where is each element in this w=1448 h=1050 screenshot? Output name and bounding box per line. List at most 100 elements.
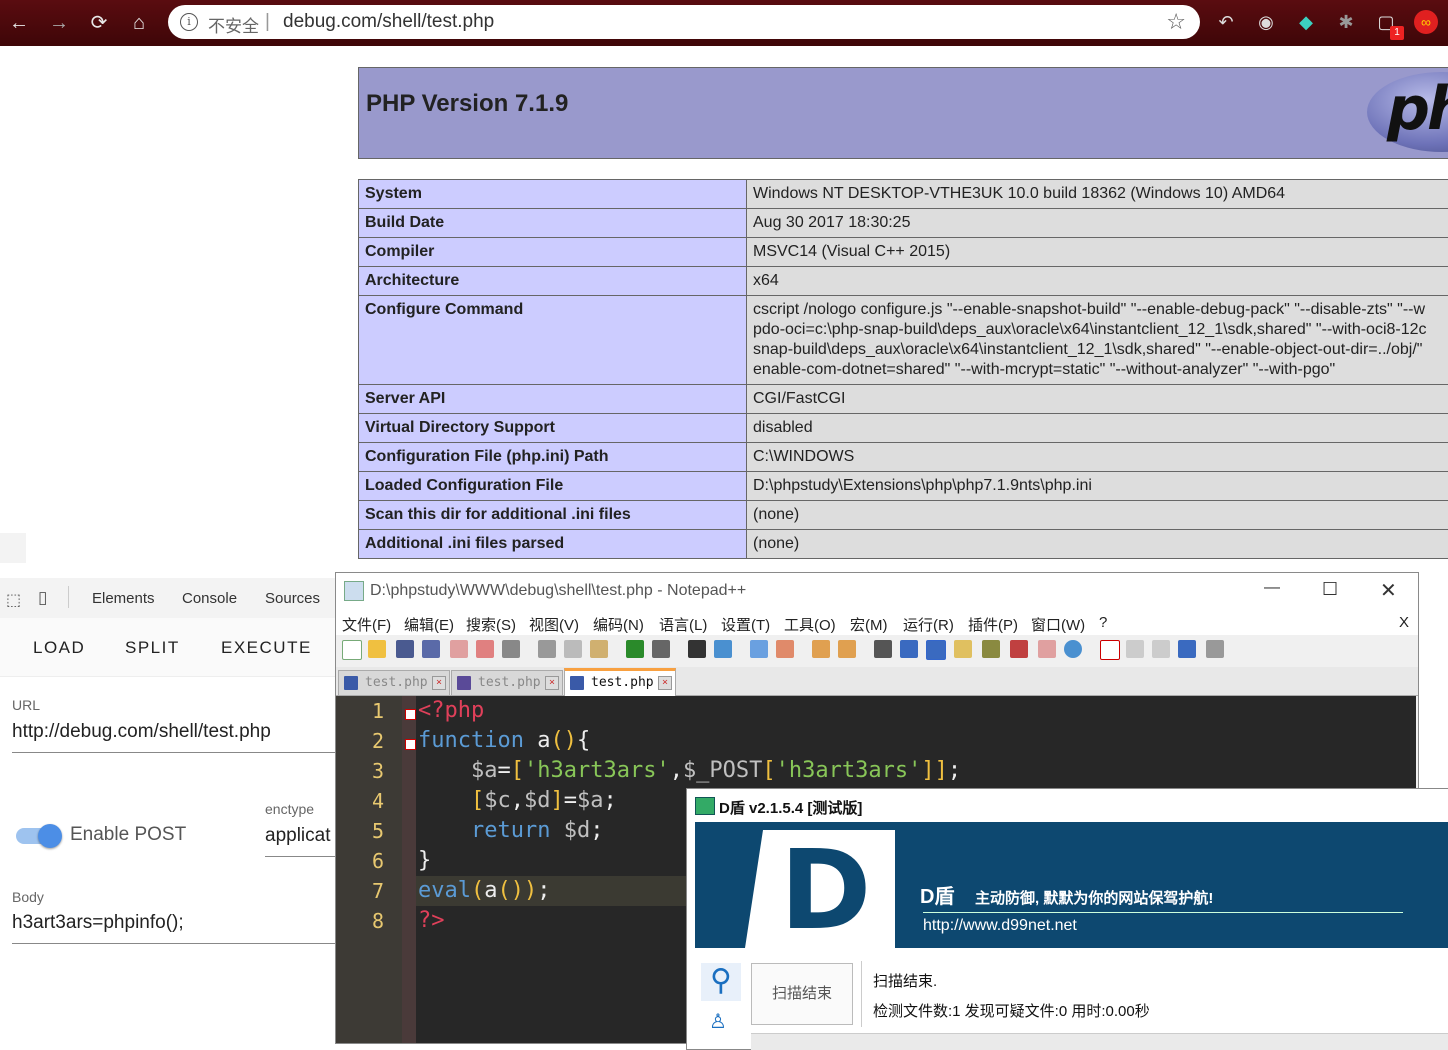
url-input[interactable]: http://debug.com/shell/test.php (12, 721, 271, 743)
maximize-icon[interactable]: ☐ (1322, 579, 1338, 600)
tab-console[interactable]: Console (182, 590, 237, 607)
bookmark-star-icon[interactable]: ☆ (1166, 9, 1186, 35)
menu-help[interactable]: ? (1099, 614, 1107, 631)
home-icon[interactable]: ⌂ (124, 8, 154, 38)
tab-elements[interactable]: Elements (92, 590, 155, 607)
sync-h-icon[interactable] (838, 640, 856, 658)
tab-close-icon[interactable]: × (658, 676, 672, 690)
phpinfo-row: Loaded Configuration FileD:\phpstudy\Ext… (359, 472, 1448, 501)
menu-edit[interactable]: 编辑(E) (404, 614, 454, 635)
load-button[interactable]: LOAD (33, 638, 85, 658)
menu-file[interactable]: 文件(F) (342, 614, 391, 635)
fold-marker-icon[interactable] (405, 739, 416, 750)
monitor-icon[interactable] (1064, 640, 1082, 658)
tab-sources[interactable]: Sources (265, 590, 320, 607)
menu-search[interactable]: 搜索(S) (466, 614, 516, 635)
file-tab-active[interactable]: test.php × (564, 668, 676, 698)
file-tab-label: test.php (478, 675, 541, 690)
line-number: 3 (336, 756, 384, 786)
close-icon[interactable]: ✕ (1380, 578, 1397, 603)
inspect-icon[interactable]: ⬚ (6, 590, 21, 610)
device-toggle-icon[interactable]: ▯ (38, 588, 47, 608)
scan-search-icon[interactable]: ⚲ (701, 963, 741, 1001)
fold-marker-icon[interactable] (405, 709, 416, 720)
scan-button[interactable]: 扫描结束 (751, 963, 853, 1025)
line-number: 8 (336, 906, 384, 936)
phpinfo-key: Architecture (359, 267, 747, 296)
back-icon[interactable]: ← (4, 8, 34, 38)
lang-icon[interactable] (954, 640, 972, 658)
tab-close-icon[interactable]: × (432, 676, 446, 690)
indent-guide-icon[interactable] (926, 640, 946, 660)
user-icon[interactable]: ♙ (709, 1009, 727, 1034)
minimize-icon[interactable]: — (1264, 579, 1280, 597)
open-file-icon[interactable] (368, 640, 386, 658)
browser-toolbar: ← → ⟳ ⌂ i 不安全 | debug.com/shell/test.php… (0, 0, 1448, 46)
print-icon[interactable] (502, 640, 520, 658)
zoom-in-icon[interactable] (750, 640, 768, 658)
file-tab[interactable]: test.php × (451, 670, 563, 695)
url-text[interactable]: debug.com/shell/test.php (283, 11, 494, 33)
stop-macro-icon[interactable] (1126, 640, 1144, 658)
dshield-banner: D D盾 主动防御, 默默为你的网站保驾护航! http://www.d99ne… (695, 822, 1448, 948)
folder-icon[interactable] (1038, 640, 1056, 658)
forward-icon[interactable]: → (44, 8, 74, 38)
extension-chat-icon[interactable]: ◉ (1254, 10, 1278, 34)
save-macro-icon[interactable] (1206, 640, 1224, 658)
close-all-icon[interactable] (476, 640, 494, 658)
save-icon[interactable] (396, 640, 414, 658)
line-number: 7 (336, 876, 384, 906)
phpinfo-value: CGI/FastCGI (747, 385, 1448, 414)
execute-button[interactable]: EXECUTE (221, 638, 312, 658)
zoom-out-icon[interactable] (776, 640, 794, 658)
extension-infinity-icon[interactable]: ∞ (1414, 10, 1438, 34)
menu-encoding[interactable]: 编码(N) (593, 614, 644, 635)
sidebar-stub (0, 533, 26, 563)
menu-close-doc[interactable]: X (1399, 614, 1409, 631)
cut-icon[interactable] (538, 640, 556, 658)
menu-macro[interactable]: 宏(M) (850, 614, 888, 635)
run-macro-multiple-icon[interactable] (1178, 640, 1196, 658)
enctype-select[interactable]: applicat (265, 825, 331, 847)
scan-status: 扫描结束. (873, 970, 937, 991)
menu-run[interactable]: 运行(R) (903, 614, 954, 635)
phpinfo-value: Aug 30 2017 18:30:25 (747, 209, 1448, 238)
close-file-icon[interactable] (450, 640, 468, 658)
record-macro-icon[interactable] (1100, 640, 1120, 660)
function-list-icon[interactable] (1010, 640, 1028, 658)
sync-v-icon[interactable] (812, 640, 830, 658)
split-button[interactable]: SPLIT (125, 638, 180, 658)
file-tab[interactable]: test.php × (338, 670, 450, 695)
menu-plugins[interactable]: 插件(P) (968, 614, 1018, 635)
save-all-icon[interactable] (422, 640, 440, 658)
paste-icon[interactable] (590, 640, 608, 658)
menu-window[interactable]: 窗口(W) (1031, 614, 1085, 635)
dshield-url[interactable]: http://www.d99net.net (923, 917, 1077, 935)
reply-icon[interactable]: ↶ (1214, 10, 1238, 34)
new-file-icon[interactable] (342, 640, 362, 660)
replace-icon[interactable] (714, 640, 732, 658)
undo-icon[interactable] (626, 640, 644, 658)
extension-diamond-icon[interactable]: ◆ (1294, 10, 1318, 34)
tab-close-icon[interactable]: × (545, 676, 559, 690)
menu-tools[interactable]: 工具(O) (784, 614, 836, 635)
menu-language[interactable]: 语言(L) (659, 614, 707, 635)
phpinfo-row: Server APICGI/FastCGI (359, 385, 1448, 414)
find-icon[interactable] (688, 640, 706, 658)
show-all-chars-icon[interactable] (900, 640, 918, 658)
word-wrap-icon[interactable] (874, 640, 892, 658)
extension-gear-icon[interactable]: ✱ (1334, 10, 1358, 34)
body-input[interactable]: h3art3ars=phpinfo(); (12, 912, 184, 934)
redo-icon[interactable] (652, 640, 670, 658)
code-line: ?> (418, 906, 445, 936)
play-macro-icon[interactable] (1152, 640, 1170, 658)
menu-view[interactable]: 视图(V) (529, 614, 579, 635)
reload-icon[interactable]: ⟳ (84, 8, 114, 38)
phpinfo-row: Configuration File (php.ini) PathC:\WIND… (359, 443, 1448, 472)
copy-icon[interactable] (564, 640, 582, 658)
menu-settings[interactable]: 设置(T) (721, 614, 770, 635)
info-icon[interactable]: i (180, 13, 198, 31)
enable-post-toggle-knob[interactable] (38, 824, 62, 848)
doc-map-icon[interactable] (982, 640, 1000, 658)
address-bar[interactable]: i 不安全 | debug.com/shell/test.php ☆ (168, 5, 1200, 39)
